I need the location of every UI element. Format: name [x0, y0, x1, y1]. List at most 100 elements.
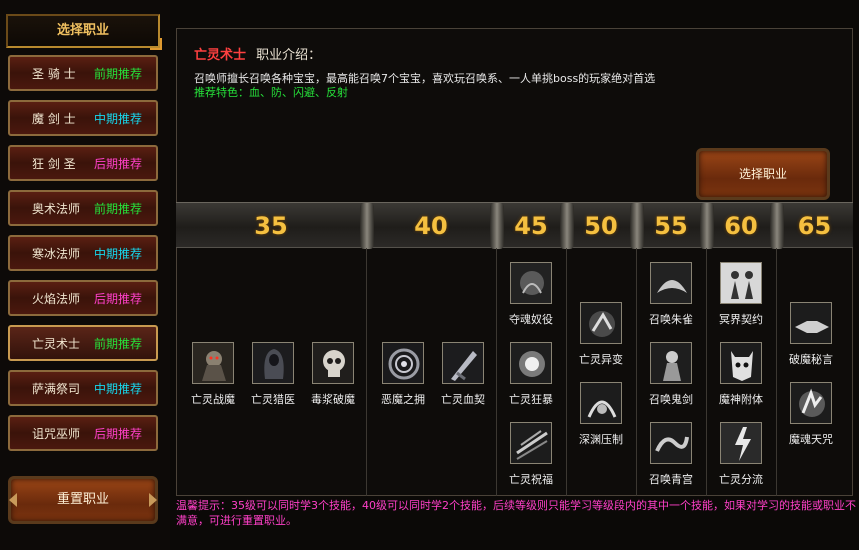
- column-line: [366, 248, 367, 496]
- skill-name: 召唤青宫: [649, 473, 693, 486]
- column-line: [706, 248, 707, 496]
- reset-class-label: 重置职业: [56, 492, 109, 507]
- class-recommendation: 中期推荐: [94, 381, 143, 396]
- class-name: 奥术法师: [32, 201, 81, 216]
- class-recommendation: 后期推荐: [94, 291, 143, 306]
- class-recommendation: 中期推荐: [94, 246, 143, 261]
- column-line: [566, 248, 567, 496]
- column-line: [636, 248, 637, 496]
- skill-demon-possession[interactable]: 魔神附体: [709, 342, 773, 407]
- class-button-arcane-mage[interactable]: 奥术法师 前期推荐: [8, 190, 158, 226]
- class-recommendation: 前期推荐: [94, 201, 143, 216]
- skill-soul-enslave[interactable]: 夺魂奴役: [499, 262, 563, 327]
- level-55: 55: [654, 212, 688, 240]
- skill-netherworld-pact[interactable]: 冥界契约: [709, 262, 773, 327]
- skill-name: 召唤鬼剑: [649, 393, 693, 406]
- abyss-burst-icon: [580, 382, 622, 424]
- phoenix-icon: [650, 262, 692, 304]
- reset-class-button[interactable]: 重置职业: [8, 476, 158, 524]
- class-recommendation: 前期推荐: [94, 66, 143, 81]
- hooded-figure-icon: [252, 342, 294, 384]
- soul-chain-icon: [510, 262, 552, 304]
- skill-undead-diversion[interactable]: 亡灵分流: [709, 422, 773, 487]
- class-button-warlock[interactable]: 诅咒巫师 后期推荐: [8, 415, 158, 451]
- skill-undead-mutation[interactable]: 亡灵异变: [569, 302, 633, 367]
- class-name: 萨满祭司: [32, 381, 81, 396]
- wind-slash-icon: [510, 422, 552, 464]
- skill-name: 冥界契约: [719, 313, 763, 326]
- class-button-frost-mage[interactable]: 寒冰法师 中期推荐: [8, 235, 158, 271]
- level-50: 50: [584, 212, 618, 240]
- class-recommendation: 后期推荐: [94, 426, 143, 441]
- twin-figures-icon: [720, 262, 762, 304]
- vortex-icon: [382, 342, 424, 384]
- class-button-magic-swordsman[interactable]: 魔 剑 士 中期推荐: [8, 100, 158, 136]
- level-40: 40: [414, 212, 448, 240]
- skill-summon-ghost-sword[interactable]: 召唤鬼剑: [639, 342, 703, 407]
- class-name: 亡灵术士: [32, 336, 81, 351]
- skill-name: 亡灵分流: [719, 473, 763, 486]
- skill-name: 魔魂天咒: [789, 433, 833, 446]
- level-45: 45: [514, 212, 548, 240]
- class-name: 火焰法师: [32, 291, 81, 306]
- class-button-berserker[interactable]: 狂 剑 圣 后期推荐: [8, 145, 158, 181]
- class-name: 狂 剑 圣: [32, 156, 76, 171]
- skill-poison-break[interactable]: 毒浆破魔: [301, 342, 365, 407]
- skill-name: 恶魔之拥: [381, 393, 425, 406]
- skill-name: 魔神附体: [719, 393, 763, 406]
- glowing-eye-icon: [510, 342, 552, 384]
- warm-tip: 温馨提示：35级可以同时学3个技能，40级可以同时学2个技能，后续等级则只能学习…: [176, 499, 856, 527]
- level-35: 35: [254, 212, 288, 240]
- class-name: 魔 剑 士: [32, 111, 76, 126]
- class-button-fire-mage[interactable]: 火焰法师 后期推荐: [8, 280, 158, 316]
- demon-armor-icon: [192, 342, 234, 384]
- class-name: 寒冰法师: [32, 246, 81, 261]
- skill-undead-rage[interactable]: 亡灵狂暴: [499, 342, 563, 407]
- skill-name: 亡灵狂暴: [509, 393, 553, 406]
- skill-name: 夺魂奴役: [509, 313, 553, 326]
- demon-mask-icon: [720, 342, 762, 384]
- column-line: [776, 248, 777, 496]
- level-header-bar: 35 40 45 50 55 60 65: [176, 202, 853, 249]
- skill-summon-vermilion-bird[interactable]: 召唤朱雀: [639, 262, 703, 327]
- arrow-right-icon: [149, 493, 157, 507]
- class-name: 诅咒巫师: [32, 426, 81, 441]
- dragon-icon: [650, 422, 692, 464]
- skill-name: 亡灵猎医: [251, 393, 295, 406]
- class-list-panel: 选择职业 圣 骑 士 前期推荐 魔 剑 士 中期推荐 狂 剑 圣 后期推荐 奥术…: [0, 0, 170, 550]
- skill-undead-blood-pact[interactable]: 亡灵血契: [431, 342, 495, 407]
- intro-label: 职业介绍：: [256, 48, 322, 63]
- intro-class-name: 亡灵术士: [194, 48, 247, 63]
- class-button-paladin[interactable]: 圣 骑 士 前期推荐: [8, 55, 158, 91]
- skill-name: 亡灵战魔: [191, 393, 235, 406]
- skill-name: 毒浆破魔: [311, 393, 355, 406]
- skill-demon-soul-curse[interactable]: 魔魂天咒: [779, 382, 843, 447]
- skill-name: 深渊压制: [579, 433, 623, 446]
- level-60: 60: [724, 212, 758, 240]
- blade-icon: [442, 342, 484, 384]
- claw-icon: [580, 302, 622, 344]
- class-button-necromancer[interactable]: 亡灵术士 前期推荐: [8, 325, 158, 361]
- class-recommendation: 前期推荐: [94, 336, 143, 351]
- skill-undead-war-demon[interactable]: 亡灵战魔: [181, 342, 245, 407]
- skull-icon: [312, 342, 354, 384]
- select-class-button[interactable]: 选择职业: [696, 148, 830, 200]
- class-recommendation: 中期推荐: [94, 111, 143, 126]
- lightning-icon: [720, 422, 762, 464]
- intro-heading: 亡灵术士 职业介绍：: [194, 44, 321, 63]
- skill-name: 亡灵祝福: [509, 473, 553, 486]
- skill-name: 亡灵异变: [579, 353, 623, 366]
- skill-abyss-suppress[interactable]: 深渊压制: [569, 382, 633, 447]
- curse-claw-icon: [790, 382, 832, 424]
- column-line: [496, 248, 497, 496]
- class-recommendation: 后期推荐: [94, 156, 143, 171]
- handshake-icon: [790, 302, 832, 344]
- skill-summon-azure-palace[interactable]: 召唤青宫: [639, 422, 703, 487]
- intro-features: 推荐特色：血、防、闪避、反射: [194, 86, 348, 99]
- class-button-shaman[interactable]: 萨满祭司 中期推荐: [8, 370, 158, 406]
- skill-undead-blessing[interactable]: 亡灵祝福: [499, 422, 563, 487]
- skill-undead-hunter-doctor[interactable]: 亡灵猎医: [241, 342, 305, 407]
- skill-break-magic-secret[interactable]: 破魔秘言: [779, 302, 843, 367]
- arrow-left-icon: [9, 493, 17, 507]
- skill-demon-embrace[interactable]: 恶魔之拥: [371, 342, 435, 407]
